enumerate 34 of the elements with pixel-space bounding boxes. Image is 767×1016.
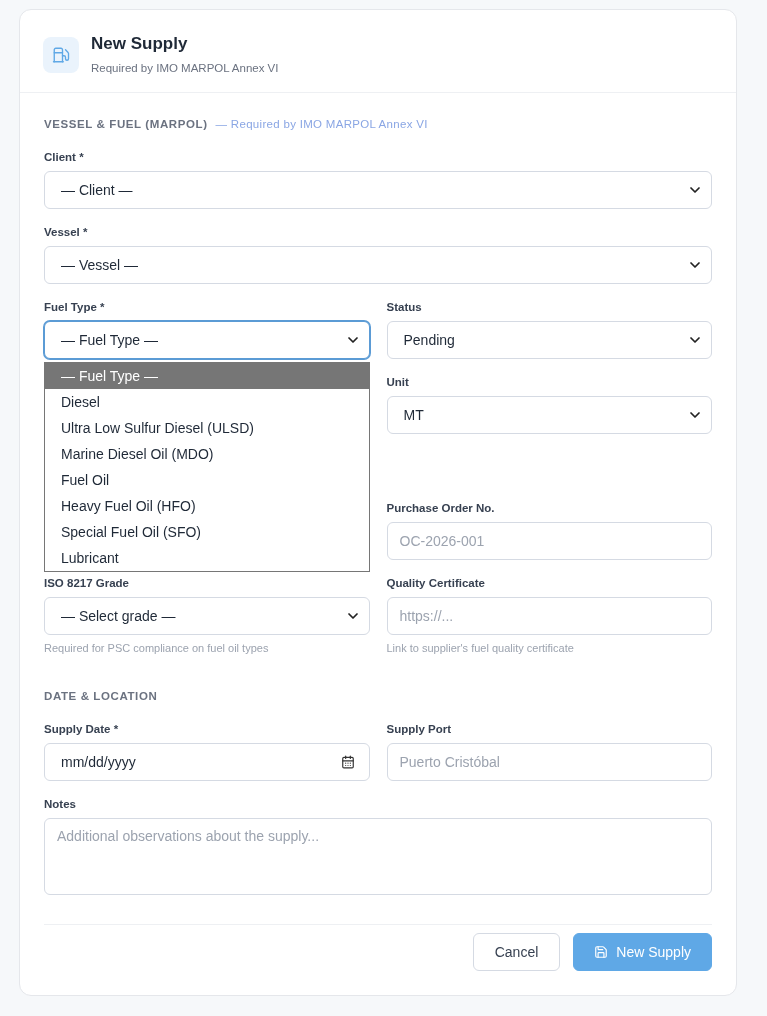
select-field[interactable]: — Vessel — <box>44 246 712 284</box>
fuel-pump-icon <box>43 36 79 73</box>
field-label: ISO 8217 Grade <box>44 576 131 591</box>
field-hint: Required for PSC compliance on fuel oil types <box>44 641 270 655</box>
cancel-button[interactable]: Cancel <box>472 933 561 971</box>
notes-field[interactable]: Additional observations about the supply... <box>44 818 712 895</box>
save-icon <box>594 945 609 959</box>
field-label: Client * <box>44 150 85 165</box>
select-field[interactable]: Pending <box>386 321 712 359</box>
field-label: Fuel Type * <box>44 300 106 315</box>
section-title: DATE & LOCATION <box>44 689 158 703</box>
select-field[interactable]: MT <box>386 396 712 434</box>
field-label: Purchase Order No. <box>386 501 496 516</box>
field-hint: Link to supplier's fuel quality certificate <box>386 641 575 655</box>
select-field[interactable]: — Fuel Type — <box>44 321 370 359</box>
field-label: Vessel * <box>44 225 89 240</box>
field-label: Status <box>386 300 423 315</box>
field-label: Unit <box>386 375 410 390</box>
input-field[interactable]: OC-2026-001 <box>386 522 712 560</box>
date-field[interactable]: mm/dd/yyyy <box>44 743 370 781</box>
input-field[interactable]: https://... <box>386 597 712 635</box>
field-label: Supply Date * <box>44 722 120 737</box>
form-subtitle: Required by IMO MARPOL Annex VI <box>91 61 279 75</box>
section-note: — Required by IMO MARPOL Annex VI <box>215 117 428 131</box>
field-label: Notes <box>44 797 77 812</box>
select-field[interactable]: — Client — <box>44 171 712 209</box>
section-title: VESSEL & FUEL (MARPOL) <box>44 117 208 131</box>
calendar-icon[interactable] <box>340 755 355 769</box>
field-label: Supply Port <box>386 722 453 737</box>
input-field[interactable]: Puerto Cristóbal <box>386 743 712 781</box>
dropdown-option[interactable]: — Fuel Type — <box>45 363 369 389</box>
form-title: New Supply <box>91 34 189 54</box>
select-field[interactable]: — Select grade — <box>44 597 370 635</box>
field-label: Quality Certificate <box>386 576 486 591</box>
